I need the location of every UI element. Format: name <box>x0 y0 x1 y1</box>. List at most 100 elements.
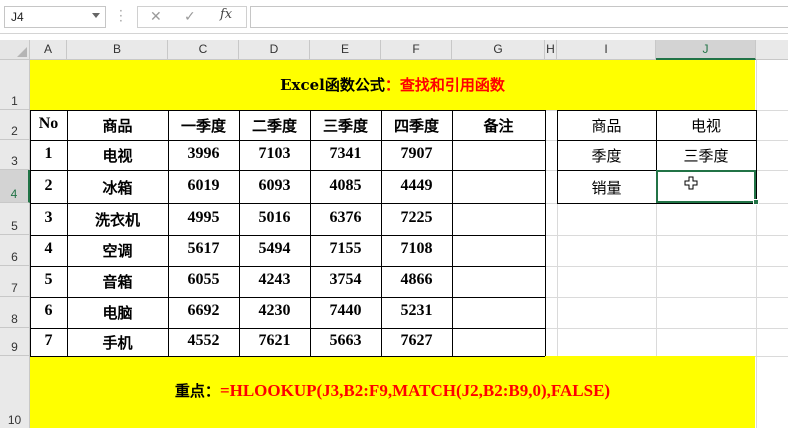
cell-q1[interactable]: 6019 <box>168 177 239 195</box>
cell-q3[interactable]: 7341 <box>310 145 381 163</box>
row-header-2[interactable]: 2 <box>0 110 30 140</box>
header-q3[interactable]: 三季度 <box>310 115 381 136</box>
formula-input[interactable] <box>250 6 788 28</box>
header-no[interactable]: No <box>30 115 67 133</box>
enter-check-icon[interactable]: ✓ <box>184 9 196 25</box>
title-text: Excel函数公式：查找和引用函数 <box>30 74 755 95</box>
table-border <box>30 328 545 329</box>
lookup-border <box>756 110 757 203</box>
cell-q4[interactable]: 7627 <box>381 332 452 350</box>
insert-function-icon[interactable]: fx <box>220 7 232 22</box>
row-header-4[interactable]: 4 <box>0 170 30 203</box>
cell-q3[interactable]: 6376 <box>310 209 381 227</box>
cell-no[interactable]: 3 <box>30 209 67 227</box>
lookup-label-sales[interactable]: 销量 <box>557 177 656 198</box>
row-header-10[interactable]: 10 <box>0 356 30 428</box>
cell-no[interactable]: 2 <box>30 177 67 195</box>
cell-cursor-icon <box>684 176 698 190</box>
cell-q1[interactable]: 6692 <box>168 302 239 320</box>
column-header-e[interactable]: E <box>310 40 381 60</box>
title-suffix: 查找和引用函数 <box>399 76 505 94</box>
row-number: 5 <box>11 219 18 233</box>
row-header-5[interactable]: 5 <box>0 203 30 235</box>
column-header-c[interactable]: C <box>168 40 239 60</box>
cell-no[interactable]: 6 <box>30 302 67 320</box>
cell-q4[interactable]: 4449 <box>381 177 452 195</box>
column-header-a[interactable]: A <box>30 40 67 60</box>
cell-q3[interactable]: 7440 <box>310 302 381 320</box>
header-product[interactable]: 商品 <box>67 115 168 136</box>
cell-q1[interactable]: 6055 <box>168 271 239 289</box>
cell-product[interactable]: 手机 <box>67 332 168 353</box>
column-header-d[interactable]: D <box>239 40 310 60</box>
column-header-k[interactable] <box>756 40 788 60</box>
cell-product[interactable]: 电视 <box>67 145 168 166</box>
row-number: 1 <box>11 94 18 108</box>
cell-product[interactable]: 洗衣机 <box>67 209 168 230</box>
cell-product[interactable]: 空调 <box>67 240 168 261</box>
cell-q4[interactable]: 7907 <box>381 145 452 163</box>
table-border <box>30 297 545 298</box>
row-number: 8 <box>11 312 18 326</box>
table-border <box>30 110 545 111</box>
cell-no[interactable]: 4 <box>30 240 67 258</box>
name-box[interactable]: J4 <box>4 6 106 28</box>
lookup-border <box>557 203 756 204</box>
column-header-j[interactable]: J <box>656 40 756 60</box>
cell-product[interactable]: 音箱 <box>67 271 168 292</box>
cell-q3[interactable]: 7155 <box>310 240 381 258</box>
table-border <box>545 110 546 356</box>
row-header-1[interactable]: 1 <box>0 60 30 110</box>
chevron-down-icon[interactable] <box>92 13 100 18</box>
cell-q1[interactable]: 4995 <box>168 209 239 227</box>
header-remark[interactable]: 备注 <box>452 115 545 136</box>
cell-no[interactable]: 1 <box>30 145 67 163</box>
lookup-label-quarter[interactable]: 季度 <box>557 145 656 166</box>
row-header-7[interactable]: 7 <box>0 266 30 297</box>
cell-q3[interactable]: 3754 <box>310 271 381 289</box>
header-q4[interactable]: 四季度 <box>381 115 452 136</box>
lookup-value-product[interactable]: 电视 <box>656 115 756 136</box>
cell-no[interactable]: 5 <box>30 271 67 289</box>
row-header-6[interactable]: 6 <box>0 235 30 266</box>
cell-product[interactable]: 冰箱 <box>67 177 168 198</box>
column-header-h[interactable]: H <box>545 40 557 60</box>
cell-q4[interactable]: 5231 <box>381 302 452 320</box>
column-header-i[interactable]: I <box>557 40 656 60</box>
row-header-8[interactable]: 8 <box>0 297 30 328</box>
cell-q1[interactable]: 3996 <box>168 145 239 163</box>
cell-q2[interactable]: 6093 <box>239 177 310 195</box>
cell-q1[interactable]: 4552 <box>168 332 239 350</box>
cell-q2[interactable]: 4243 <box>239 271 310 289</box>
header-q1[interactable]: 一季度 <box>168 115 239 136</box>
cell-no[interactable]: 7 <box>30 332 67 350</box>
cell-q3[interactable]: 5663 <box>310 332 381 350</box>
cell-q3[interactable]: 4085 <box>310 177 381 195</box>
cell-q4[interactable]: 7108 <box>381 240 452 258</box>
cell-q2[interactable]: 5016 <box>239 209 310 227</box>
title-colon: ： <box>384 76 400 94</box>
column-header-b[interactable]: B <box>67 40 168 60</box>
table-border <box>452 110 453 356</box>
cell-q2[interactable]: 7103 <box>239 145 310 163</box>
fill-handle[interactable] <box>753 199 759 205</box>
lookup-value-quarter[interactable]: 三季度 <box>656 145 756 166</box>
cell-q4[interactable]: 7225 <box>381 209 452 227</box>
cell-q2[interactable]: 4230 <box>239 302 310 320</box>
row-header-9[interactable]: 9 <box>0 328 30 356</box>
header-q2[interactable]: 二季度 <box>239 115 310 136</box>
row-header-3[interactable]: 3 <box>0 140 30 170</box>
active-cell-selection[interactable] <box>656 170 756 203</box>
cancel-icon[interactable]: ✕ <box>150 9 162 25</box>
cell-q2[interactable]: 7621 <box>239 332 310 350</box>
cell-q2[interactable]: 5494 <box>239 240 310 258</box>
cell-product[interactable]: 电脑 <box>67 302 168 323</box>
column-header-g[interactable]: G <box>452 40 545 60</box>
row-number: 9 <box>11 340 18 354</box>
cell-q1[interactable]: 5617 <box>168 240 239 258</box>
column-header-f[interactable]: F <box>381 40 452 60</box>
row-number: 6 <box>11 250 18 264</box>
lookup-label-product[interactable]: 商品 <box>557 115 656 136</box>
cell-q4[interactable]: 4866 <box>381 271 452 289</box>
splitter-dots-icon[interactable]: · · · <box>119 5 123 27</box>
